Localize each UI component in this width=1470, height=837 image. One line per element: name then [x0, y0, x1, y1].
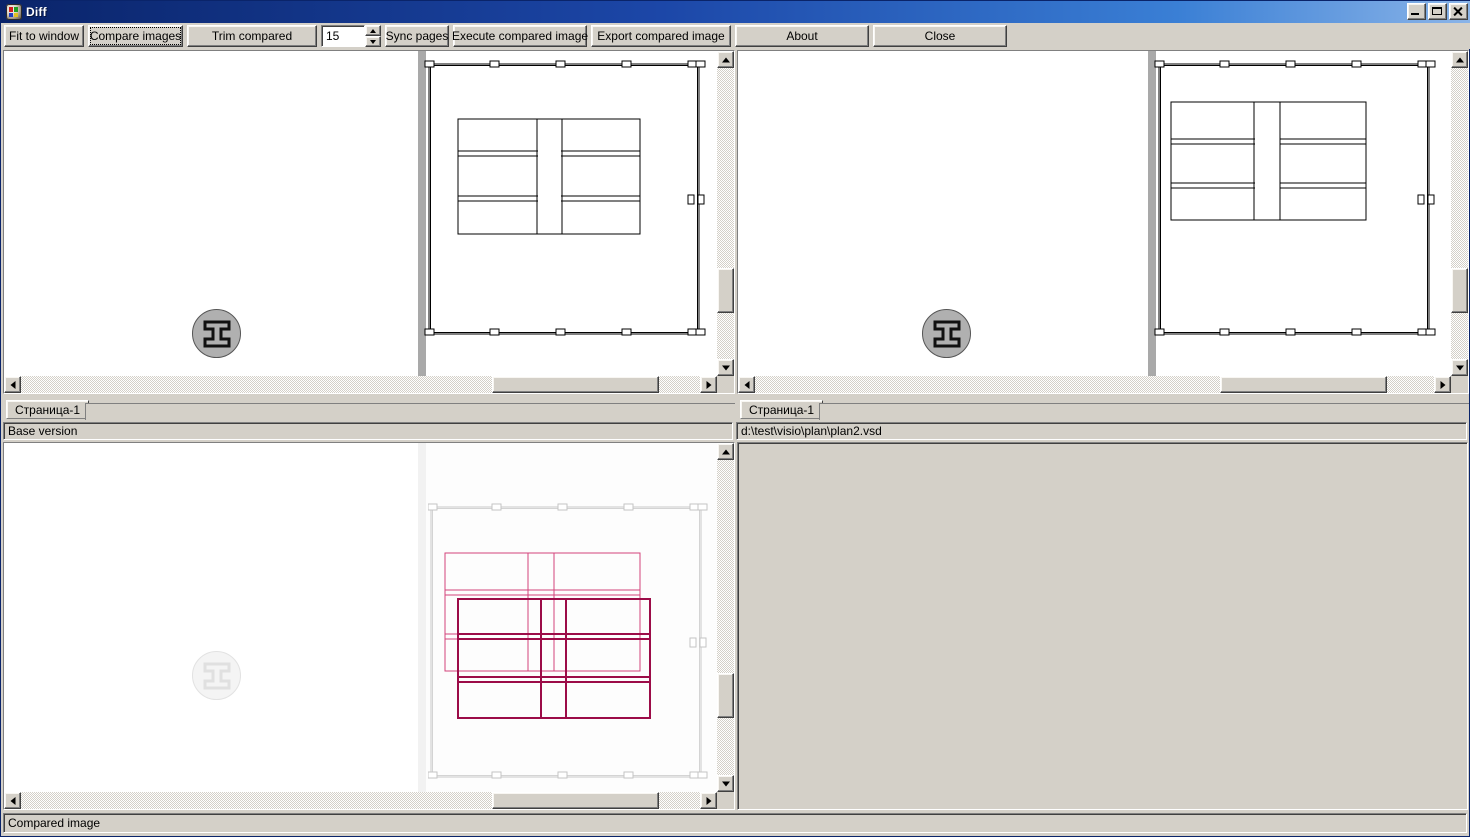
- modified-scroll-down-button[interactable]: [1451, 359, 1468, 376]
- ibeam-icon: [192, 651, 241, 700]
- base-scroll-down-button[interactable]: [717, 359, 734, 376]
- base-scroll-corner: [717, 376, 734, 393]
- base-scroll-right-button[interactable]: [700, 376, 717, 393]
- compared-scroll-left-button[interactable]: [4, 792, 21, 809]
- compared-scroll-up-button[interactable]: [717, 443, 734, 460]
- modified-horizontal-scroll-thumb[interactable]: [1220, 376, 1387, 393]
- modified-vertical-scroll-thumb[interactable]: [1451, 268, 1468, 313]
- modified-tab-strip: Страница-1: [737, 399, 1469, 420]
- base-tab-filler: [85, 403, 735, 420]
- modified-vertical-scrollbar[interactable]: [1451, 51, 1468, 376]
- compared-left-page: [4, 443, 418, 809]
- base-version-status: Base version: [3, 422, 733, 440]
- modified-tab-page-1[interactable]: Страница-1: [740, 400, 824, 419]
- base-tab-page-1[interactable]: Страница-1: [6, 400, 90, 419]
- base-floorplan-drawing: [424, 60, 706, 336]
- modified-version-status: d:\test\visio\plan\plan2.vsd: [736, 422, 1467, 440]
- compared-image-canvas[interactable]: [4, 443, 734, 809]
- modified-scroll-left-button[interactable]: [738, 376, 755, 393]
- stepper-down-icon[interactable]: [365, 36, 381, 47]
- app-icon: [6, 4, 22, 20]
- base-scroll-up-button[interactable]: [717, 51, 734, 68]
- compared-image-viewport[interactable]: [3, 442, 735, 810]
- close-window-button[interactable]: [1449, 3, 1468, 20]
- page-number-arrows: [365, 25, 381, 47]
- window-title: Diff: [26, 5, 47, 19]
- export-compared-image-button[interactable]: Export compared image: [591, 25, 731, 47]
- fit-to-window-button[interactable]: Fit to window: [4, 25, 84, 47]
- compared-scroll-right-button[interactable]: [700, 792, 717, 809]
- compared-horizontal-scrollbar[interactable]: [4, 792, 717, 809]
- base-horizontal-scroll-thumb[interactable]: [492, 376, 659, 393]
- modified-scroll-right-button[interactable]: [1434, 376, 1451, 393]
- diff-application-window: Diff Fit to window Compare images Trim c…: [0, 0, 1470, 837]
- modified-floorplan-drawing: [1154, 60, 1436, 336]
- base-horizontal-scrollbar[interactable]: [4, 376, 717, 393]
- modified-version-canvas[interactable]: [738, 51, 1468, 393]
- compared-horizontal-scroll-thumb[interactable]: [492, 792, 659, 809]
- modified-scroll-corner: [1451, 376, 1468, 393]
- maximize-button[interactable]: [1428, 3, 1447, 20]
- base-version-viewport[interactable]: [3, 50, 735, 394]
- diff-old-outline: [444, 552, 641, 672]
- toolbar: Fit to window Compare images Trim compar…: [1, 23, 1470, 49]
- page-number-stepper[interactable]: 15: [321, 25, 381, 47]
- compare-images-button[interactable]: Compare images: [88, 25, 183, 47]
- compared-vertical-scroll-thumb[interactable]: [717, 673, 734, 718]
- compared-vertical-scrollbar[interactable]: [717, 443, 734, 792]
- trim-compared-button[interactable]: Trim compared: [187, 25, 317, 47]
- title-bar: Diff: [1, 1, 1470, 23]
- modified-version-viewport[interactable]: [737, 50, 1469, 394]
- stepper-up-icon[interactable]: [365, 25, 381, 36]
- compared-image-status: Compared image: [3, 813, 1467, 833]
- compared-scroll-corner: [717, 792, 734, 809]
- modified-tab-filler: [819, 403, 1469, 420]
- base-scroll-left-button[interactable]: [4, 376, 21, 393]
- ibeam-icon: [922, 309, 971, 358]
- empty-right-pane: [737, 442, 1468, 810]
- compared-floorplan-diff-drawing: [428, 503, 708, 779]
- modified-scroll-up-button[interactable]: [1451, 51, 1468, 68]
- base-vertical-scroll-thumb[interactable]: [717, 268, 734, 313]
- about-button[interactable]: About: [735, 25, 869, 47]
- base-version-canvas[interactable]: [4, 51, 734, 393]
- ibeam-icon: [192, 309, 241, 358]
- window-controls: [1407, 3, 1468, 20]
- minimize-button[interactable]: [1407, 3, 1426, 20]
- compared-page-gutter: [418, 443, 426, 809]
- execute-compared-image-button[interactable]: Execute compared image: [452, 25, 588, 47]
- compared-scroll-down-button[interactable]: [717, 775, 734, 792]
- page-number-input[interactable]: 15: [321, 25, 365, 47]
- modified-horizontal-scrollbar[interactable]: [738, 376, 1451, 393]
- base-vertical-scrollbar[interactable]: [717, 51, 734, 376]
- close-button[interactable]: Close: [873, 25, 1007, 47]
- base-tab-strip: Страница-1: [3, 399, 735, 420]
- sync-pages-button[interactable]: Sync pages: [385, 25, 449, 47]
